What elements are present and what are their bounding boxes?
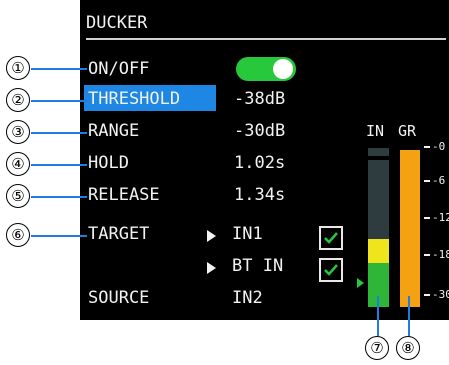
callout-2: ② <box>6 88 30 112</box>
range-value[interactable]: -30dB <box>234 121 285 141</box>
source-label[interactable]: SOURCE <box>88 288 149 308</box>
in-meter-yellow-fill <box>368 239 389 263</box>
scale-tick <box>424 146 430 148</box>
callout-7-leader <box>377 296 379 336</box>
check-icon <box>324 232 338 244</box>
scale-label: -6 <box>432 174 446 187</box>
callout-8-leader <box>408 296 410 336</box>
in-meter-label: IN <box>366 122 385 140</box>
target-btin-checkbox[interactable] <box>319 258 343 282</box>
callout-6-leader <box>31 235 87 237</box>
range-label[interactable]: RANGE <box>88 121 139 141</box>
callout-3: ③ <box>6 120 30 144</box>
gr-meter-label: GR <box>398 122 417 140</box>
callout-5: ⑤ <box>6 184 30 208</box>
target-arrow-icon <box>207 230 216 242</box>
target-btin-label: BT IN <box>232 256 284 276</box>
scale-tick <box>424 254 430 256</box>
callout-6: ⑥ <box>6 223 30 247</box>
target-arrow-icon <box>207 262 216 274</box>
scale-tick <box>424 180 430 182</box>
callout-4: ④ <box>6 152 30 176</box>
callout-3-leader <box>31 132 87 134</box>
scale-tick <box>424 217 430 219</box>
hold-value[interactable]: 1.02s <box>234 153 285 173</box>
screen-title: DUCKER <box>86 13 148 33</box>
gr-meter-fill <box>400 150 420 307</box>
in-meter-peak <box>368 148 389 156</box>
callout-1-leader <box>31 68 87 70</box>
callout-4-leader <box>31 164 87 166</box>
in-meter <box>368 160 389 307</box>
title-divider <box>86 38 446 40</box>
callout-8: ⑧ <box>396 336 420 360</box>
threshold-marker-icon <box>357 278 364 288</box>
release-label[interactable]: RELEASE <box>88 185 160 205</box>
threshold-label[interactable]: THRESHOLD <box>88 89 180 109</box>
target-label[interactable]: TARGET <box>88 224 149 244</box>
callout-2-leader <box>31 100 87 102</box>
scale-label: -12 <box>432 211 449 224</box>
scale-label: -30 <box>432 288 449 301</box>
scale-label: -0 <box>432 140 446 153</box>
callout-5-leader <box>31 196 87 198</box>
hold-label[interactable]: HOLD <box>88 153 129 173</box>
release-value[interactable]: 1.34s <box>234 185 285 205</box>
gr-meter <box>400 150 420 307</box>
threshold-value[interactable]: -38dB <box>234 89 285 109</box>
target-in1-label: IN1 <box>232 224 263 244</box>
onoff-label[interactable]: ON/OFF <box>88 59 149 79</box>
source-value[interactable]: IN2 <box>232 288 263 308</box>
target-in1-checkbox[interactable] <box>319 226 343 250</box>
gr-scale: -0 -6 -12 -18 -30 <box>424 141 449 306</box>
check-icon <box>324 264 338 276</box>
toggle-knob <box>273 59 293 79</box>
onoff-toggle[interactable] <box>236 57 296 81</box>
scale-tick <box>424 294 430 296</box>
callout-1: ① <box>6 56 30 80</box>
callout-7: ⑦ <box>365 336 389 360</box>
scale-label: -18 <box>432 248 449 261</box>
